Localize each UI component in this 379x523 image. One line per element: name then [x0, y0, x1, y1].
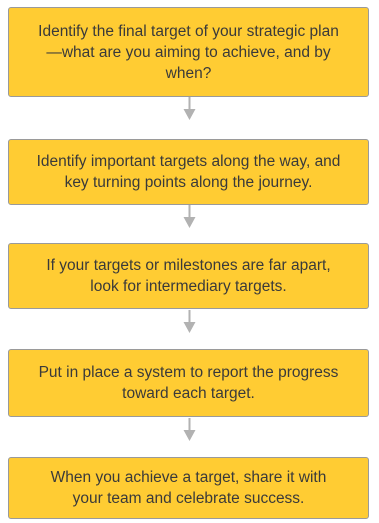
- step-4-box: Put in place a system to report the prog…: [8, 349, 369, 417]
- step-2-text: Identify important targets along the way…: [36, 153, 341, 191]
- arrow-down-icon: [183, 310, 196, 334]
- step-4-text: Put in place a system to report the prog…: [38, 364, 339, 402]
- step-1-box: Identify the final target of your strate…: [8, 7, 369, 97]
- step-5-box: When you achieve a target, share it with…: [8, 457, 369, 519]
- step-5-text: When you achieve a target, share it with…: [50, 469, 327, 507]
- arrow-down-icon: [183, 205, 196, 229]
- arrow-down-icon: [183, 418, 196, 442]
- step-3-text: If your targets or milestones are far ap…: [46, 257, 331, 295]
- arrow-down-icon: [183, 97, 196, 121]
- step-2-box: Identify important targets along the way…: [8, 139, 369, 205]
- strategic-plan-flowchart: Identify the final target of your strate…: [0, 0, 379, 523]
- step-3-box: If your targets or milestones are far ap…: [8, 243, 369, 309]
- step-1-text: Identify the final target of your strate…: [38, 22, 339, 82]
